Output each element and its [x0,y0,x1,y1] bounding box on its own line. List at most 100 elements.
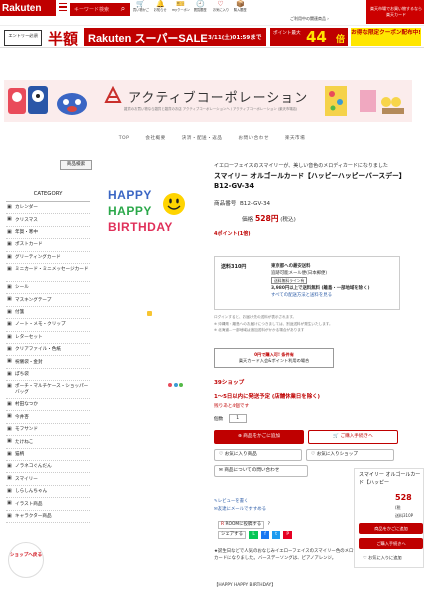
mail-friend-link[interactable]: ✉友達にメールですすめる [214,506,266,514]
back-to-shop-button[interactable]: ショップへ戻る [8,542,44,578]
category-item[interactable]: 年賀・寒中 [6,227,90,240]
quantity-input[interactable]: 1 [228,414,247,423]
shop-count[interactable]: 39ショップ [214,378,244,386]
header-orders[interactable]: 📦 購入履歴 [232,0,249,13]
shipping-details: 東京都への最安送料 追跡可能メール便(日本郵便) 送料無料ライン有 3,980円… [271,264,370,299]
category-item[interactable]: モフサンド [6,424,90,437]
shipping-notes: ログインすると、お届け先の送料が表示されます。 ※ 沖縄県・離島へのお届けにつき… [214,315,333,333]
category-item[interactable]: 付箋 [6,307,90,320]
category-item[interactable]: しらしんちゃん [6,486,90,499]
card-promo[interactable]: 楽天市場でお買い物するなら楽天カード [366,0,424,24]
nav-company[interactable]: 会社概要 [145,135,165,141]
product-image[interactable]: HAPPY HAPPY BIRTHDAY [104,180,200,244]
bell-icon: 🔔 [156,0,165,8]
category-item[interactable]: マスキングテープ [6,294,90,307]
image-text-birthday: BIRTHDAY [108,220,173,234]
entry-badge: エントリー必須 [4,30,42,46]
category-item[interactable]: 村田なつか [6,399,90,412]
twitter-share-icon[interactable]: t [272,531,280,539]
category-item[interactable]: グリーティングカード [6,252,90,264]
nav-contact[interactable]: お問い合わせ [238,135,269,141]
category-item[interactable]: ノラネコぐんだん [6,461,90,474]
related-genre-link[interactable]: ご利用中の関連商品 › [290,16,329,22]
mini-shipping: 送料310P [395,513,414,518]
category-item[interactable]: クリアファイル・色紙 [6,344,90,357]
favorite-item-button[interactable]: ♡ お気に入り商品 [214,449,302,461]
add-to-cart-button[interactable]: ⊕ 商品をかごに追加 [214,430,304,444]
mini-add-to-cart-button[interactable]: 商品をかごに追加 [359,523,423,534]
category-item[interactable]: ノート・メモ・クリップ [6,319,90,332]
product-search-tab[interactable]: 商品検索 [60,160,92,170]
tax-note: (税込) [280,217,296,223]
points-text: 4ポイント(1倍) [214,231,251,237]
line-share-icon[interactable]: L [249,531,258,539]
shop-banner[interactable]: アクティブコーポレーション 雑貨のお買い物なら雑貨と雑貨のお店 アクティブコーポ… [4,80,412,122]
favorite-shop-button[interactable]: ♡ お気に入りショップ [306,449,394,461]
history-icon: 🕘 [196,0,205,8]
share-button[interactable]: シェアする [218,531,246,539]
inquiry-button[interactable]: ✉ 商品についての問い合わせ [214,465,308,477]
room-post-button[interactable]: R ROOMに投稿する [218,521,265,529]
half-price-text: 半額 [48,30,79,48]
shop-subtitle: 雑貨のお買い物なら雑貨と雑貨のお店 アクティブコーポレーションへ / アクティブ… [124,107,298,111]
nav-top[interactable]: TOP [119,136,130,141]
write-review-link[interactable]: ✎レビューを書く [214,498,266,506]
category-item[interactable]: 今井杏 [6,411,90,424]
cart-icon: 🛒 [136,0,145,8]
category-sidebar: CATEGORY カレンダー クリスマス 年賀・寒中 ポストカード グリーティン… [6,186,90,523]
category-item[interactable]: キャラクター商品 [6,511,90,523]
floating-cart: スマイリー オルゴールカード【ハッピー 528 (税 送料310P 商品をかごに… [354,468,424,568]
cart-icon: 🛒 [333,434,341,439]
category-item[interactable]: ポストカード [6,239,90,252]
category-item[interactable]: スマイリー [6,473,90,486]
header-favorite[interactable]: ♡ お気に入り [212,0,229,13]
image-pager[interactable] [168,382,185,389]
search-input[interactable]: キーワード検索 [70,3,116,16]
heart-icon: ♡ [217,0,224,8]
mini-buy-button[interactable]: ご購入手続きへ [359,538,423,549]
stock-left: 残りあと4個です [214,404,250,409]
category-item[interactable]: たけねこ [6,436,90,449]
header-history[interactable]: 🕘 閲覧履歴 [192,0,209,13]
category-heading: CATEGORY [6,186,90,202]
search-button[interactable]: ⌕ [116,3,130,16]
header-cart[interactable]: 🛒 買い物かご [132,0,149,13]
product-catchphrase: イエローフェイスのスマイリーが、美しい音色のメロディカードになりました [214,163,388,169]
shop-logo-icon [104,86,122,103]
menu-icon[interactable] [59,3,67,11]
buy-now-button[interactable]: 🛒 ご購入手続きへ [308,430,398,444]
rakuten-logo[interactable]: Rakuten [0,0,56,16]
product-title: スマイリー オルゴールカード【ハッピーハッピーバースデー】B12-GV-34 [214,172,403,190]
point-unit: 倍 [336,35,346,45]
campaign-banner[interactable]: エントリー必須 半額 Rakuten スーパーSALE 3/11(土)01:59… [0,26,424,48]
header-notice[interactable]: 🔔 お知らせ [152,0,169,13]
quantity-label: 個数 [214,417,224,422]
category-item[interactable]: レターセット [6,332,90,344]
category-item[interactable]: カレンダー [6,202,90,215]
category-item[interactable]: シール [6,282,90,295]
category-item[interactable]: ぽち袋 [6,369,90,382]
facebook-share-icon[interactable]: f [261,531,269,539]
shipping-methods-link[interactable]: すべての配送方法と送料を見る [271,292,369,299]
coupon-box: お得な限定クーポン配布中! [351,28,421,46]
header-icons: 🛒 買い物かご 🔔 お知らせ 🎫 myクーポン 🕘 閲覧履歴 ♡ お気に入り 📦 購入履歴 [132,0,249,13]
category-item[interactable]: ミニカード・ミニメッセージカード [6,264,90,282]
pinterest-share-icon[interactable]: P [283,531,292,539]
thumbnail-marker[interactable] [147,311,152,316]
shop-nav: TOP 会社概要 決済・配送・返品 お問い合わせ 楽天市場 [0,134,424,141]
mini-favorite-button[interactable]: ♡ お気に入りに追加 [363,555,402,561]
review-links: ✎レビューを書く ✉友達にメールですすめる [214,498,266,514]
nav-rakuten[interactable]: 楽天市場 [285,135,305,141]
quantity-row: 個数 1 [214,414,247,423]
category-item[interactable]: イラスト商品 [6,498,90,511]
product-code-row: 商品番号 B12-GV-34 [214,199,404,207]
point-number: 44 [306,28,327,46]
category-item[interactable]: 猫柄 [6,449,90,462]
category-item[interactable]: 祝儀袋・金封 [6,356,90,369]
nav-payment[interactable]: 決済・配送・返品 [182,135,223,141]
category-item[interactable]: ポーチ・マルチケース・ショッパーバッグ [6,381,90,400]
header-coupon[interactable]: 🎫 myクーポン [172,0,190,13]
ship-time: 1〜5日以内に発送予定 (店舗休業日を除く) [214,394,320,400]
category-item[interactable]: クリスマス [6,214,90,227]
zero-yen-box[interactable]: 0円で購入可! 条件有 楽天カード入会&ポイント利用の場合 [214,348,334,368]
